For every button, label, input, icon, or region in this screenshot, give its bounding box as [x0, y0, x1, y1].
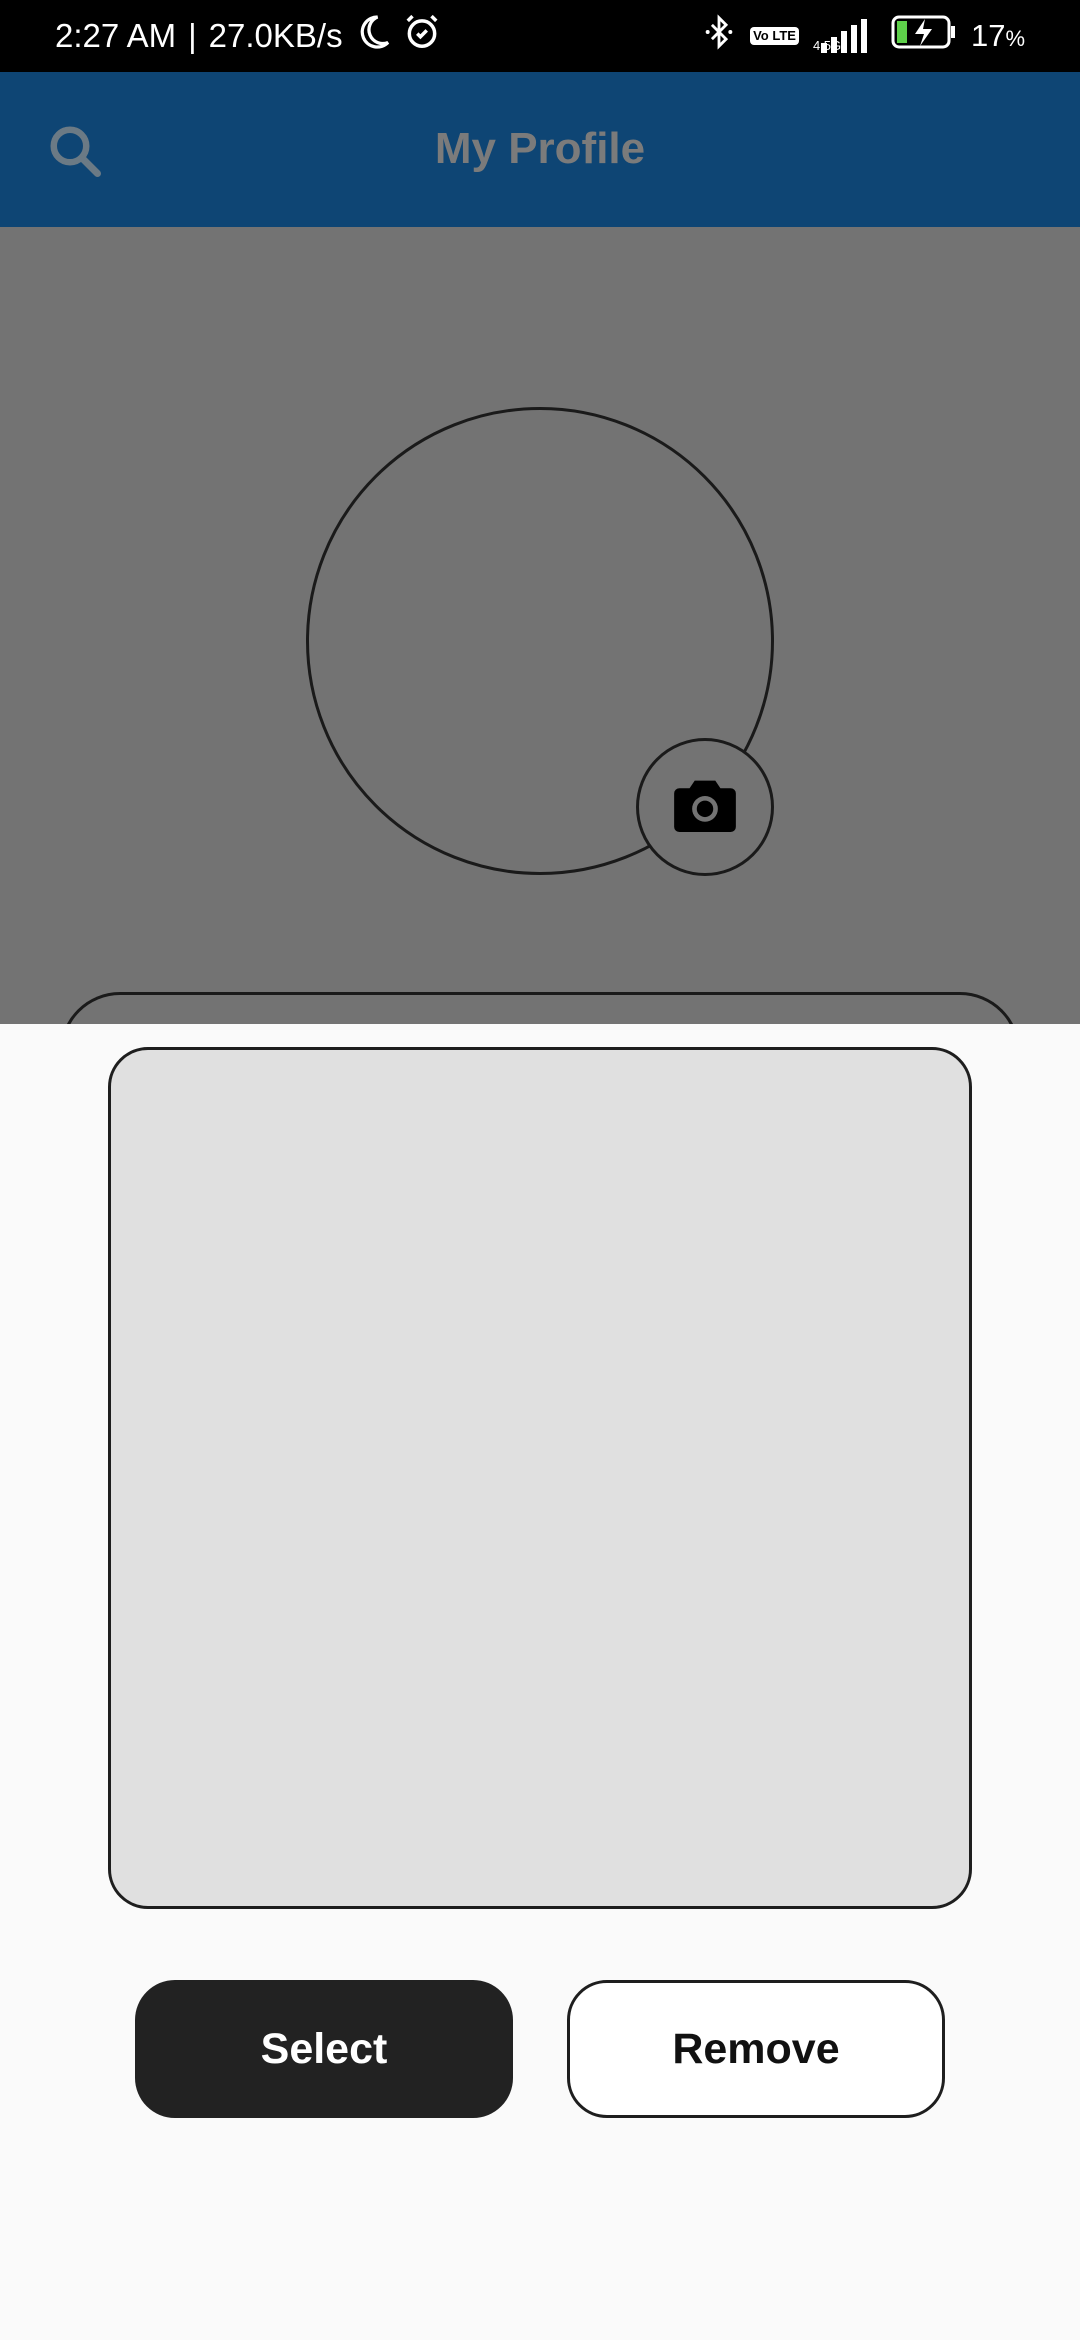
volte-badge: Vo LTE — [750, 27, 799, 45]
select-button[interactable]: Select — [135, 1980, 513, 2118]
network-type: 4.5G — [812, 38, 842, 53]
status-time: 2:27 AM — [55, 17, 177, 54]
signal-icon: 4.5G — [813, 19, 877, 53]
page-title: My Profile — [434, 124, 646, 173]
remove-button[interactable]: Remove — [567, 1980, 945, 2118]
battery-value: 17 — [970, 18, 1006, 53]
battery-unit: % — [1005, 26, 1025, 51]
camera-icon — [674, 778, 736, 837]
status-speed: 27.0KB/s — [208, 17, 343, 54]
image-preview — [108, 1047, 972, 1909]
camera-button[interactable] — [636, 738, 774, 876]
app-bar: My Profile — [0, 72, 1080, 227]
profile-content — [0, 227, 1080, 1072]
battery-icon — [891, 15, 957, 57]
status-bar: 2:27 AM | 27.0KB/s Vo LTE 4.5G 17% — [0, 0, 1080, 72]
alarm-icon — [403, 13, 441, 59]
bottom-sheet: Select Remove — [0, 1024, 1080, 2340]
status-right: Vo LTE 4.5G 17% — [702, 13, 1025, 59]
moon-icon — [355, 14, 391, 58]
bluetooth-icon — [702, 13, 736, 59]
status-left: 2:27 AM | 27.0KB/s — [55, 13, 441, 59]
battery-percent: 17% — [971, 18, 1025, 54]
status-separator: | — [188, 17, 197, 54]
